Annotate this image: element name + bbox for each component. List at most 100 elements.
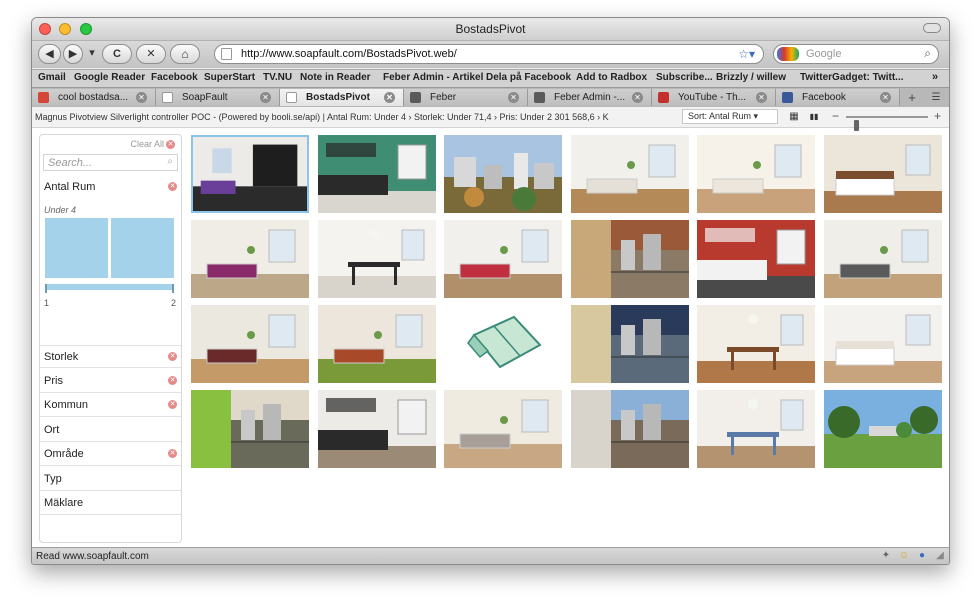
clear-antal-rum-icon[interactable]: ✕	[168, 182, 177, 191]
history-dropdown-button[interactable]: ▾	[85, 44, 99, 64]
new-tab-button[interactable]: +	[902, 90, 922, 105]
listing-photo[interactable]	[444, 135, 562, 213]
bookmark-2[interactable]: Google Reader	[74, 72, 145, 83]
listing-photo[interactable]	[697, 390, 815, 468]
clear-filter-icon[interactable]: ✕	[168, 400, 177, 409]
range-min-handle[interactable]	[45, 284, 47, 293]
listing-photo[interactable]	[191, 390, 309, 468]
listing-photo[interactable]	[571, 390, 689, 468]
reload-button[interactable]: C	[102, 44, 132, 64]
tab-6[interactable]: YouTube - Th... ✕	[652, 89, 776, 106]
zoom-slider-track[interactable]	[846, 116, 928, 131]
tab-7[interactable]: Facebook ✕	[776, 89, 900, 106]
listing-photo[interactable]	[571, 135, 689, 213]
range-max-handle[interactable]	[172, 284, 174, 293]
tab-close-icon[interactable]: ✕	[136, 92, 147, 103]
filter-breadcrumb[interactable]: Magnus Pivotview Silverlight controller …	[35, 112, 675, 122]
addon-icon[interactable]: ✦	[880, 550, 892, 562]
facet-typ[interactable]: Typ	[40, 468, 181, 491]
tab-close-icon[interactable]: ✕	[880, 92, 891, 103]
bookmark-5[interactable]: TV.NU	[263, 72, 292, 83]
zoom-slider-thumb[interactable]	[854, 120, 859, 131]
bookmark-6[interactable]: Note in Reader	[300, 72, 371, 83]
tab-close-icon[interactable]: ✕	[632, 92, 643, 103]
bookmark-4[interactable]: SuperStart	[204, 72, 255, 83]
listing-photo[interactable]	[191, 305, 309, 383]
google-icon[interactable]	[777, 47, 799, 61]
listing-photo[interactable]	[824, 305, 942, 383]
smiley-icon[interactable]: ☺	[898, 550, 910, 562]
tab-5[interactable]: Feber Admin -... ✕	[528, 89, 652, 106]
tab-close-icon[interactable]: ✕	[756, 92, 767, 103]
bookmark-11[interactable]: Brizzly / willew	[716, 72, 786, 83]
facet-pris[interactable]: Pris ✕	[40, 370, 181, 393]
tab-list-button[interactable]: ☰	[927, 90, 945, 105]
back-button[interactable]: ◀	[38, 44, 61, 64]
bookmark-10[interactable]: Subscribe...	[656, 72, 713, 83]
bookmark-12[interactable]: TwitterGadget: Twitt...	[800, 72, 904, 83]
listing-photo[interactable]	[824, 135, 942, 213]
bookmark-star-icon[interactable]: ☆▾	[738, 47, 755, 61]
forward-button[interactable]: ▶	[63, 44, 83, 64]
listing-photo[interactable]	[444, 305, 562, 383]
histogram-bar[interactable]	[45, 218, 108, 278]
listing-photo[interactable]	[318, 390, 436, 468]
zoom-in-button[interactable]: +	[931, 109, 944, 123]
facet-storlek[interactable]: Storlek ✕	[40, 345, 181, 368]
stop-button[interactable]: ✕	[136, 44, 166, 64]
listing-photo[interactable]	[191, 220, 309, 298]
graph-view-button[interactable]: ▮▮	[805, 110, 823, 123]
listing-photo[interactable]	[697, 305, 815, 383]
listing-photo[interactable]	[824, 220, 942, 298]
tab-3[interactable]: BostadsPivot ✕	[280, 89, 404, 106]
listing-photo[interactable]	[318, 305, 436, 383]
bookmark-7[interactable]: Feber Admin - Artikel	[383, 72, 483, 83]
facet-label: Ort	[44, 423, 60, 436]
filter-search-input[interactable]: Search... ⌕	[43, 154, 178, 171]
listing-photo[interactable]	[318, 135, 436, 213]
facet-antal-rum[interactable]: Antal Rum ✕	[40, 176, 181, 199]
tab-close-icon[interactable]: ✕	[260, 92, 271, 103]
facet-omrde[interactable]: Område ✕	[40, 443, 181, 466]
globe-icon[interactable]: ●	[916, 550, 928, 562]
listing-photo[interactable]	[191, 135, 309, 213]
tab-close-icon[interactable]: ✕	[508, 92, 519, 103]
clear-filter-icon[interactable]: ✕	[168, 352, 177, 361]
tab-2[interactable]: SoapFault ✕	[156, 89, 280, 106]
resize-grip-icon[interactable]: ◢	[934, 550, 946, 562]
tab-4[interactable]: Feber ✕	[404, 89, 528, 106]
listing-photo[interactable]	[824, 390, 942, 468]
facet-mklare[interactable]: Mäklare	[40, 492, 181, 515]
bookmark-8[interactable]: Dela på Facebook	[486, 72, 571, 83]
listing-photo[interactable]	[571, 305, 689, 383]
tab-close-icon[interactable]: ✕	[384, 92, 395, 103]
bookmarks-overflow-button[interactable]: »	[932, 71, 938, 83]
listing-photo[interactable]	[571, 220, 689, 298]
bookmark-1[interactable]: Gmail	[38, 72, 66, 83]
listing-photo[interactable]	[444, 220, 562, 298]
address-input[interactable]: http://www.soapfault.com/BostadsPivot.we…	[241, 48, 457, 60]
clear-filter-icon[interactable]: ✕	[168, 375, 177, 385]
sort-dropdown[interactable]: Sort: Antal Rum ▾	[682, 109, 778, 124]
antal-rum-range-slider[interactable]	[45, 284, 174, 290]
search-input[interactable]: Google	[806, 48, 841, 60]
address-bar[interactable]: http://www.soapfault.com/BostadsPivot.we…	[214, 44, 764, 64]
listing-photo[interactable]	[697, 220, 815, 298]
home-button[interactable]: ⌂	[170, 44, 200, 64]
tab-1[interactable]: cool bostadsa... ✕	[32, 89, 156, 106]
facet-kommun[interactable]: Kommun ✕	[40, 394, 181, 417]
listing-photo[interactable]	[318, 220, 436, 298]
clear-all-button[interactable]: Clear All ✕	[130, 139, 175, 150]
listing-photo[interactable]	[444, 390, 562, 468]
facet-ort[interactable]: Ort	[40, 419, 181, 442]
magnifier-icon[interactable]: ⌕	[924, 46, 931, 61]
bookmark-3[interactable]: Facebook	[151, 72, 198, 83]
bookmark-9[interactable]: Add to Radbox	[576, 72, 647, 83]
grid-view-button[interactable]: ▦	[785, 110, 803, 123]
toolbar-toggle-button[interactable]	[923, 23, 941, 33]
clear-filter-icon[interactable]: ✕	[168, 449, 177, 458]
zoom-out-button[interactable]: −	[829, 109, 842, 123]
search-box[interactable]: Google ⌕	[773, 44, 939, 64]
histogram-bar[interactable]	[111, 218, 174, 278]
listing-photo[interactable]	[697, 135, 815, 213]
